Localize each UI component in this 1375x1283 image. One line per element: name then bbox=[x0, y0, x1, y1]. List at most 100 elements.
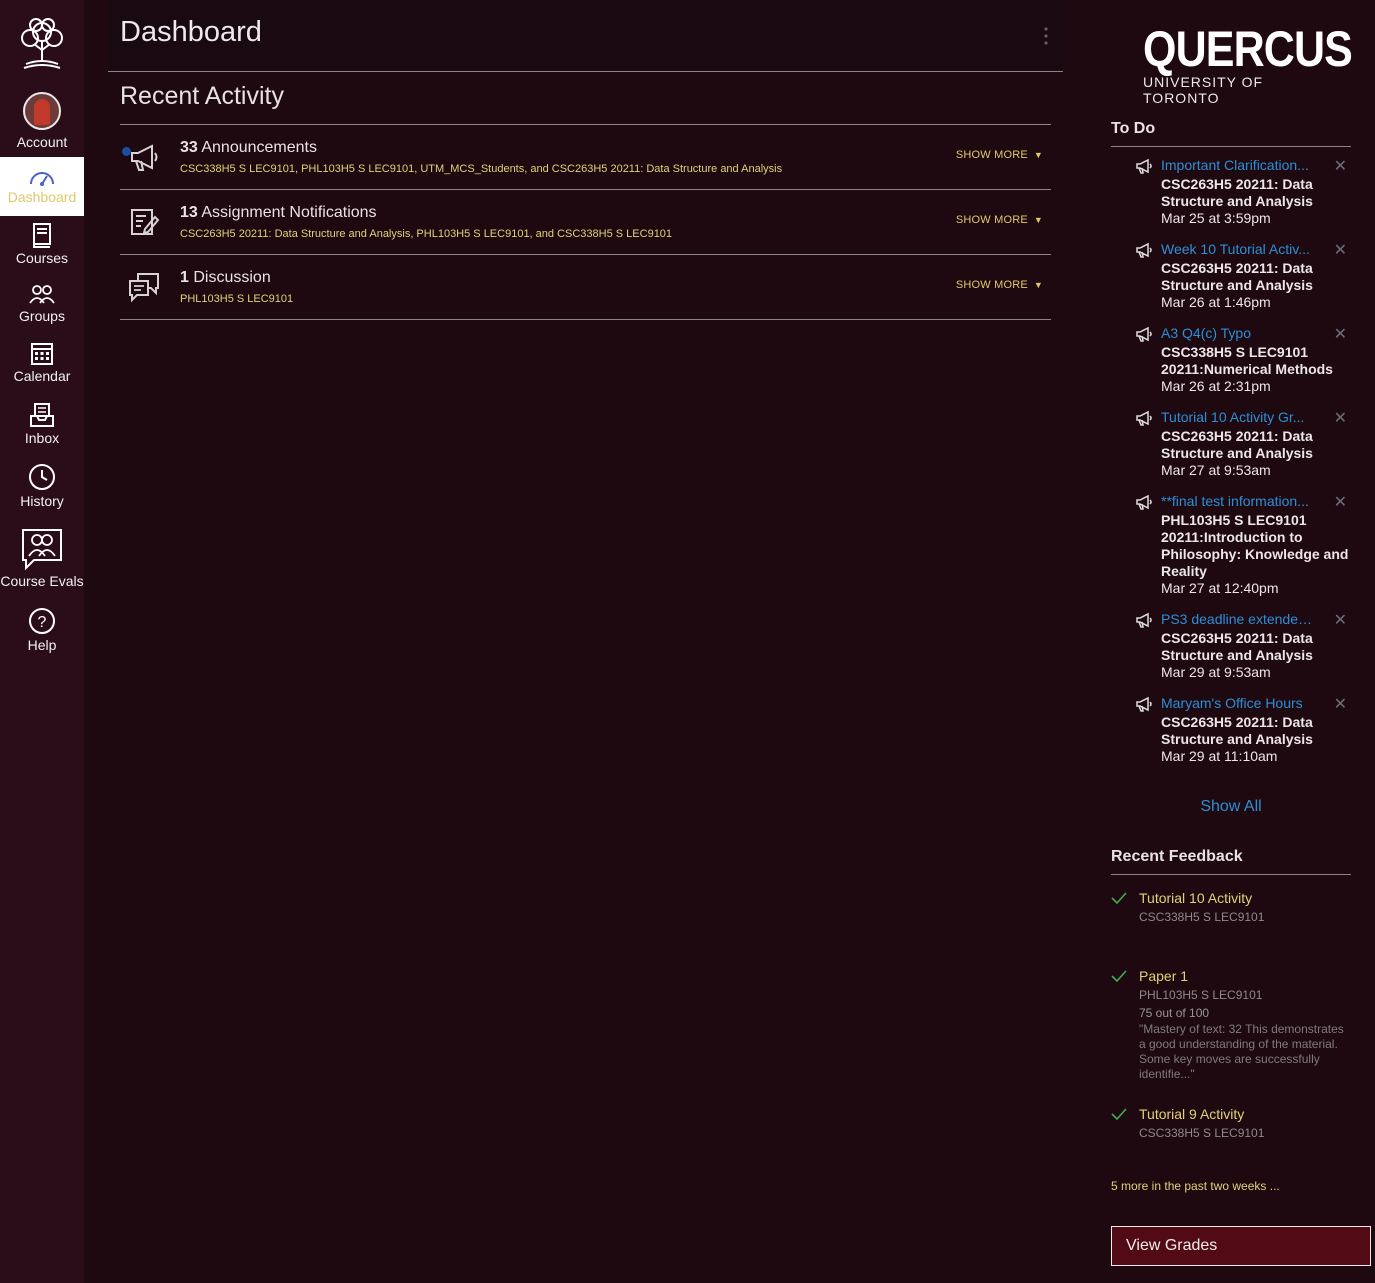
global-nav: Account Dashboard Courses Groups Calenda… bbox=[0, 0, 84, 1283]
dismiss-icon[interactable]: ✕ bbox=[1334, 156, 1347, 176]
activity-title: 33 Announcements bbox=[180, 139, 317, 157]
more-feedback-link[interactable]: 5 more in the past two weeks ... bbox=[1111, 1179, 1280, 1193]
activity-title: 13 Assignment Notifications bbox=[180, 204, 377, 222]
checkmark-icon bbox=[1111, 970, 1127, 983]
nav-dashboard-label: Dashboard bbox=[7, 189, 77, 205]
course-evals-icon bbox=[22, 529, 62, 571]
todo-item: Tutorial 10 Activity Gr... ✕ CSC263H5 20… bbox=[1111, 407, 1351, 479]
nav-account-label: Account bbox=[16, 134, 68, 150]
show-more-label: SHOW MORE bbox=[955, 149, 1028, 161]
dismiss-icon[interactable]: ✕ bbox=[1334, 694, 1347, 714]
quercus-brand: QUERCUS UNIVERSITY OF TORONTO bbox=[1143, 24, 1353, 106]
nav-help[interactable]: ? Help bbox=[0, 607, 84, 653]
recent-activity-title: Recent Activity bbox=[120, 82, 284, 110]
todo-item: Week 10 Tutorial Activ... ✕ CSC263H5 202… bbox=[1111, 239, 1351, 311]
megaphone-icon bbox=[1136, 158, 1152, 174]
nav-dashboard[interactable]: Dashboard bbox=[0, 157, 84, 216]
dismiss-icon[interactable]: ✕ bbox=[1334, 610, 1347, 630]
todo-date: Mar 29 at 11:10am bbox=[1161, 748, 1278, 764]
megaphone-icon bbox=[1136, 242, 1152, 258]
todo-title-link[interactable]: **final test information... bbox=[1161, 491, 1317, 511]
activity-announcements[interactable]: 33 Announcements CSC338H5 S LEC9101, PHL… bbox=[120, 125, 1051, 190]
todo-course: CSC263H5 20211: Data Structure and Analy… bbox=[1161, 630, 1313, 663]
university-crest-logo[interactable] bbox=[12, 12, 72, 72]
todo-date: Mar 29 at 9:53am bbox=[1161, 664, 1271, 680]
nav-history[interactable]: History bbox=[0, 463, 84, 509]
megaphone-icon bbox=[1136, 410, 1152, 426]
brand-university: UNIVERSITY OF TORONTO bbox=[1143, 74, 1264, 106]
activity-label: Discussion bbox=[193, 269, 271, 286]
megaphone-icon bbox=[1136, 612, 1152, 628]
feedback-course: CSC338H5 S LEC9101 bbox=[1139, 910, 1265, 924]
assignment-icon bbox=[131, 209, 160, 235]
nav-courses[interactable]: Courses bbox=[0, 222, 84, 266]
checkmark-icon bbox=[1111, 1108, 1127, 1121]
activity-title: 1 Discussion bbox=[180, 269, 271, 287]
dashboard-header: Dashboard bbox=[108, 0, 1063, 72]
feedback-course: CSC338H5 S LEC9101 bbox=[1139, 1126, 1265, 1140]
activity-courses: PHL103H5 S LEC9101 bbox=[180, 293, 294, 305]
view-grades-button[interactable]: View Grades bbox=[1111, 1226, 1371, 1266]
todo-date: Mar 25 at 3:59pm bbox=[1161, 210, 1271, 226]
show-more-button[interactable]: SHOW MORE ▼ bbox=[956, 279, 1043, 291]
todo-list: Important Clarification... ✕ CSC263H5 20… bbox=[1111, 155, 1351, 777]
todo-title-link[interactable]: Tutorial 10 Activity Gr... bbox=[1161, 407, 1317, 427]
todo-item: A3 Q4(c) Typo ✕ CSC338H5 S LEC9101 20211… bbox=[1111, 323, 1351, 395]
recent-feedback-heading: Recent Feedback bbox=[1111, 848, 1351, 875]
clock-icon bbox=[29, 464, 55, 490]
todo-item: PS3 deadline extended... ✕ CSC263H5 2021… bbox=[1111, 609, 1351, 681]
activity-count: 33 bbox=[180, 139, 198, 156]
megaphone-icon bbox=[1136, 494, 1152, 510]
activity-assignments[interactable]: 13 Assignment Notifications CSC263H5 202… bbox=[120, 190, 1051, 255]
megaphone-icon bbox=[1136, 326, 1152, 342]
activity-discussion[interactable]: 1 Discussion PHL103H5 S LEC9101 SHOW MOR… bbox=[120, 255, 1051, 320]
feedback-title-link[interactable]: Tutorial 9 Activity bbox=[1139, 1104, 1351, 1124]
todo-title-link[interactable]: A3 Q4(c) Typo bbox=[1161, 323, 1317, 343]
activity-count: 1 bbox=[180, 269, 189, 286]
dismiss-icon[interactable]: ✕ bbox=[1334, 240, 1347, 260]
show-all-link[interactable]: Show All bbox=[1111, 798, 1351, 816]
checkmark-icon bbox=[1111, 892, 1127, 905]
todo-course: CSC263H5 20211: Data Structure and Analy… bbox=[1161, 714, 1313, 747]
dismiss-icon[interactable]: ✕ bbox=[1334, 408, 1347, 428]
recent-feedback-list: Tutorial 10 Activity CSC338H5 S LEC9101 … bbox=[1111, 888, 1351, 1142]
people-icon bbox=[29, 285, 55, 304]
nav-courses-label: Courses bbox=[15, 250, 69, 266]
feedback-comment: "Mastery of text: 32 This demonstrates a… bbox=[1139, 1022, 1344, 1081]
todo-title-link[interactable]: Important Clarification... bbox=[1161, 155, 1317, 175]
todo-title-link[interactable]: Maryam's Office Hours bbox=[1161, 693, 1317, 713]
activity-label: Assignment Notifications bbox=[201, 204, 377, 221]
todo-course: CSC263H5 20211: Data Structure and Analy… bbox=[1161, 428, 1313, 461]
feedback-course: PHL103H5 S LEC9101 bbox=[1139, 988, 1263, 1002]
nav-course-evals-label: Course Evals bbox=[0, 573, 84, 589]
nav-groups[interactable]: Groups bbox=[0, 284, 84, 324]
todo-course: CSC263H5 20211: Data Structure and Analy… bbox=[1161, 260, 1313, 293]
megaphone-icon bbox=[131, 144, 158, 171]
nav-inbox[interactable]: Inbox bbox=[0, 402, 84, 446]
feedback-title-link[interactable]: Paper 1 bbox=[1139, 966, 1351, 986]
caret-down-icon: ▼ bbox=[1033, 150, 1043, 160]
activity-courses: CSC263H5 20211: Data Structure and Analy… bbox=[180, 228, 673, 240]
feedback-title-link[interactable]: Tutorial 10 Activity bbox=[1139, 888, 1351, 908]
nav-calendar[interactable]: Calendar bbox=[0, 340, 84, 384]
avatar bbox=[23, 92, 61, 130]
show-more-button[interactable]: SHOW MORE ▼ bbox=[956, 214, 1043, 226]
nav-calendar-label: Calendar bbox=[13, 368, 71, 384]
todo-course: CSC263H5 20211: Data Structure and Analy… bbox=[1161, 176, 1313, 209]
options-kebab-icon[interactable] bbox=[1043, 26, 1049, 46]
activity-count: 13 bbox=[180, 204, 198, 221]
nav-course-evals[interactable]: Course Evals bbox=[0, 527, 84, 589]
caret-down-icon: ▼ bbox=[1033, 280, 1043, 290]
nav-account[interactable]: Account bbox=[0, 92, 84, 150]
dismiss-icon[interactable]: ✕ bbox=[1334, 492, 1347, 512]
discussion-icon bbox=[129, 273, 159, 303]
dismiss-icon[interactable]: ✕ bbox=[1334, 324, 1347, 344]
todo-date: Mar 26 at 1:46pm bbox=[1161, 294, 1271, 310]
megaphone-icon bbox=[1136, 696, 1152, 712]
show-more-button[interactable]: SHOW MORE ▼ bbox=[956, 149, 1043, 161]
todo-title-link[interactable]: Week 10 Tutorial Activ... bbox=[1161, 239, 1317, 259]
feedback-item: Tutorial 10 Activity CSC338H5 S LEC9101 bbox=[1111, 888, 1351, 966]
recent-activity-list: 33 Announcements CSC338H5 S LEC9101, PHL… bbox=[120, 124, 1051, 320]
todo-title-link[interactable]: PS3 deadline extended... bbox=[1161, 609, 1317, 629]
todo-date: Mar 26 at 2:31pm bbox=[1161, 378, 1271, 394]
